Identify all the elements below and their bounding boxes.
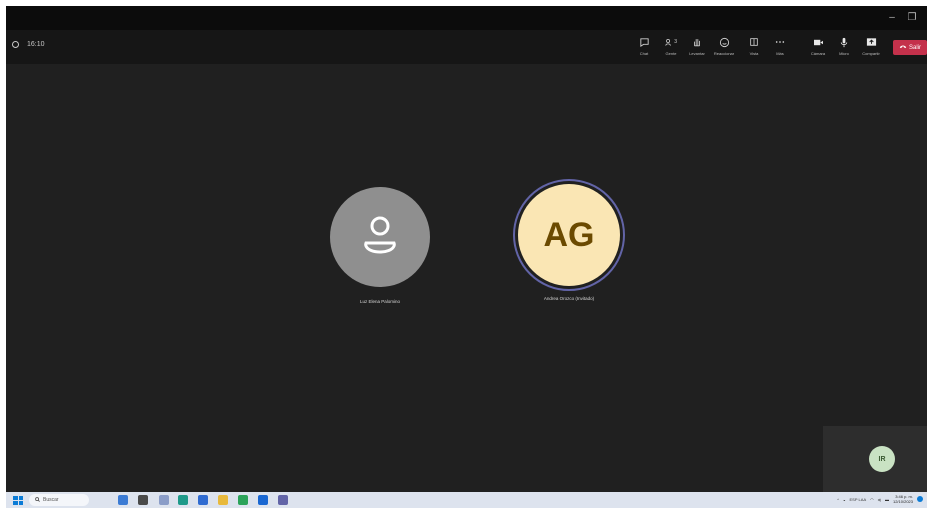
participant-avatar (330, 187, 430, 287)
participant-tile-speaking[interactable]: AG Andrea Orozco (Invitado) (508, 179, 630, 301)
minimize-button[interactable]: – (885, 11, 899, 25)
participant-name: Luz Elena Palomino (359, 299, 401, 304)
chrome-app-icon[interactable] (238, 495, 248, 505)
file-explorer-icon[interactable] (218, 495, 228, 505)
phone-hangup-icon (899, 44, 907, 51)
hand-icon (691, 36, 703, 48)
settings-app-icon[interactable] (159, 495, 169, 505)
system-tray: ^ ◒ ESP LAA ◠ ◂) ▬ 3:46 p. m. 12/10/2023 (837, 494, 923, 504)
chevron-up-icon[interactable]: ^ (837, 497, 839, 502)
battery-icon[interactable]: ▬ (885, 497, 889, 502)
camera-icon (812, 36, 824, 48)
wifi-icon[interactable]: ◠ (870, 497, 874, 502)
camera-label: Cámara (810, 51, 826, 56)
store-app-icon[interactable] (198, 495, 208, 505)
notification-icon[interactable] (917, 496, 923, 502)
participant-tile[interactable]: Luz Elena Palomino (325, 187, 435, 304)
network-icon[interactable]: ◒ (843, 497, 845, 502)
clock-date: 12/10/2023 (892, 499, 913, 504)
react-button[interactable]: Reaccionar (713, 34, 735, 60)
mic-icon (838, 36, 850, 48)
person-icon (354, 209, 406, 266)
leave-label: Salir (908, 44, 921, 51)
teams-meeting-window: – ❐ 16:10 Chat 3 Gente Levantar Reaccion… (6, 6, 927, 498)
meeting-duration: 16:10 (27, 41, 45, 48)
raise-hand-button[interactable]: Levantar (686, 34, 708, 60)
share-button[interactable]: Compartir (860, 34, 882, 60)
chat-icon (638, 36, 650, 48)
window-title-bar: – ❐ (6, 6, 927, 30)
volume-icon[interactable]: ◂) (878, 497, 881, 502)
speaking-ring: AG (513, 179, 625, 291)
participant-initials: AG (543, 215, 595, 254)
meeting-toolbar: 16:10 Chat 3 Gente Levantar Reaccionar V… (6, 30, 927, 64)
widgets-app-icon[interactable] (118, 495, 128, 505)
meeting-timer: 16:10 (12, 41, 45, 48)
search-icon (35, 496, 40, 504)
restore-button[interactable]: ❐ (905, 11, 919, 25)
leave-button[interactable]: Salir (893, 40, 927, 55)
people-button[interactable]: 3 Gente (660, 34, 682, 60)
more-label: Más (776, 51, 784, 56)
people-label: Gente (665, 51, 677, 56)
view-button[interactable]: Vista (743, 34, 765, 60)
self-avatar: IR (869, 446, 895, 472)
chat-button[interactable]: Chat (633, 34, 655, 60)
share-label: Compartir (862, 51, 880, 56)
smile-icon (718, 36, 730, 48)
participant-avatar: AG (518, 184, 620, 286)
search-placeholder: Buscar (43, 497, 59, 503)
raise-hand-label: Levantar (689, 51, 705, 56)
language-indicator[interactable]: ESP LAA (850, 497, 867, 502)
self-initials: IR (878, 455, 886, 463)
teams-app-icon[interactable] (278, 495, 288, 505)
mic-button[interactable]: Micro (833, 34, 855, 60)
shield-icon (12, 41, 19, 48)
view-label: Vista (749, 51, 759, 56)
task-view-icon[interactable] (138, 495, 148, 505)
more-button[interactable]: Más (769, 34, 791, 60)
taskbar-clock[interactable]: 3:46 p. m. 12/10/2023 (893, 494, 913, 504)
participant-name: Andrea Orozco (Invitado) (543, 296, 595, 301)
more-icon (774, 36, 786, 48)
view-icon (748, 36, 760, 48)
people-count: 3 (674, 39, 677, 45)
chat-label: Chat (639, 51, 649, 56)
self-view-tile[interactable]: IR (823, 426, 927, 498)
windows-taskbar: Buscar ^ ◒ ESP LAA ◠ ◂) ▬ 3:46 p. m. 12/… (6, 492, 927, 508)
outlook-app-icon[interactable] (258, 495, 268, 505)
camera-button[interactable]: Cámara (807, 34, 829, 60)
taskbar-search[interactable]: Buscar (29, 494, 89, 506)
mic-label: Micro (839, 51, 849, 56)
react-label: Reaccionar (713, 51, 735, 56)
share-icon (865, 36, 877, 48)
edge-app-icon[interactable] (178, 495, 188, 505)
windows-start-button[interactable] (13, 496, 23, 505)
people-icon: 3 (665, 36, 677, 48)
